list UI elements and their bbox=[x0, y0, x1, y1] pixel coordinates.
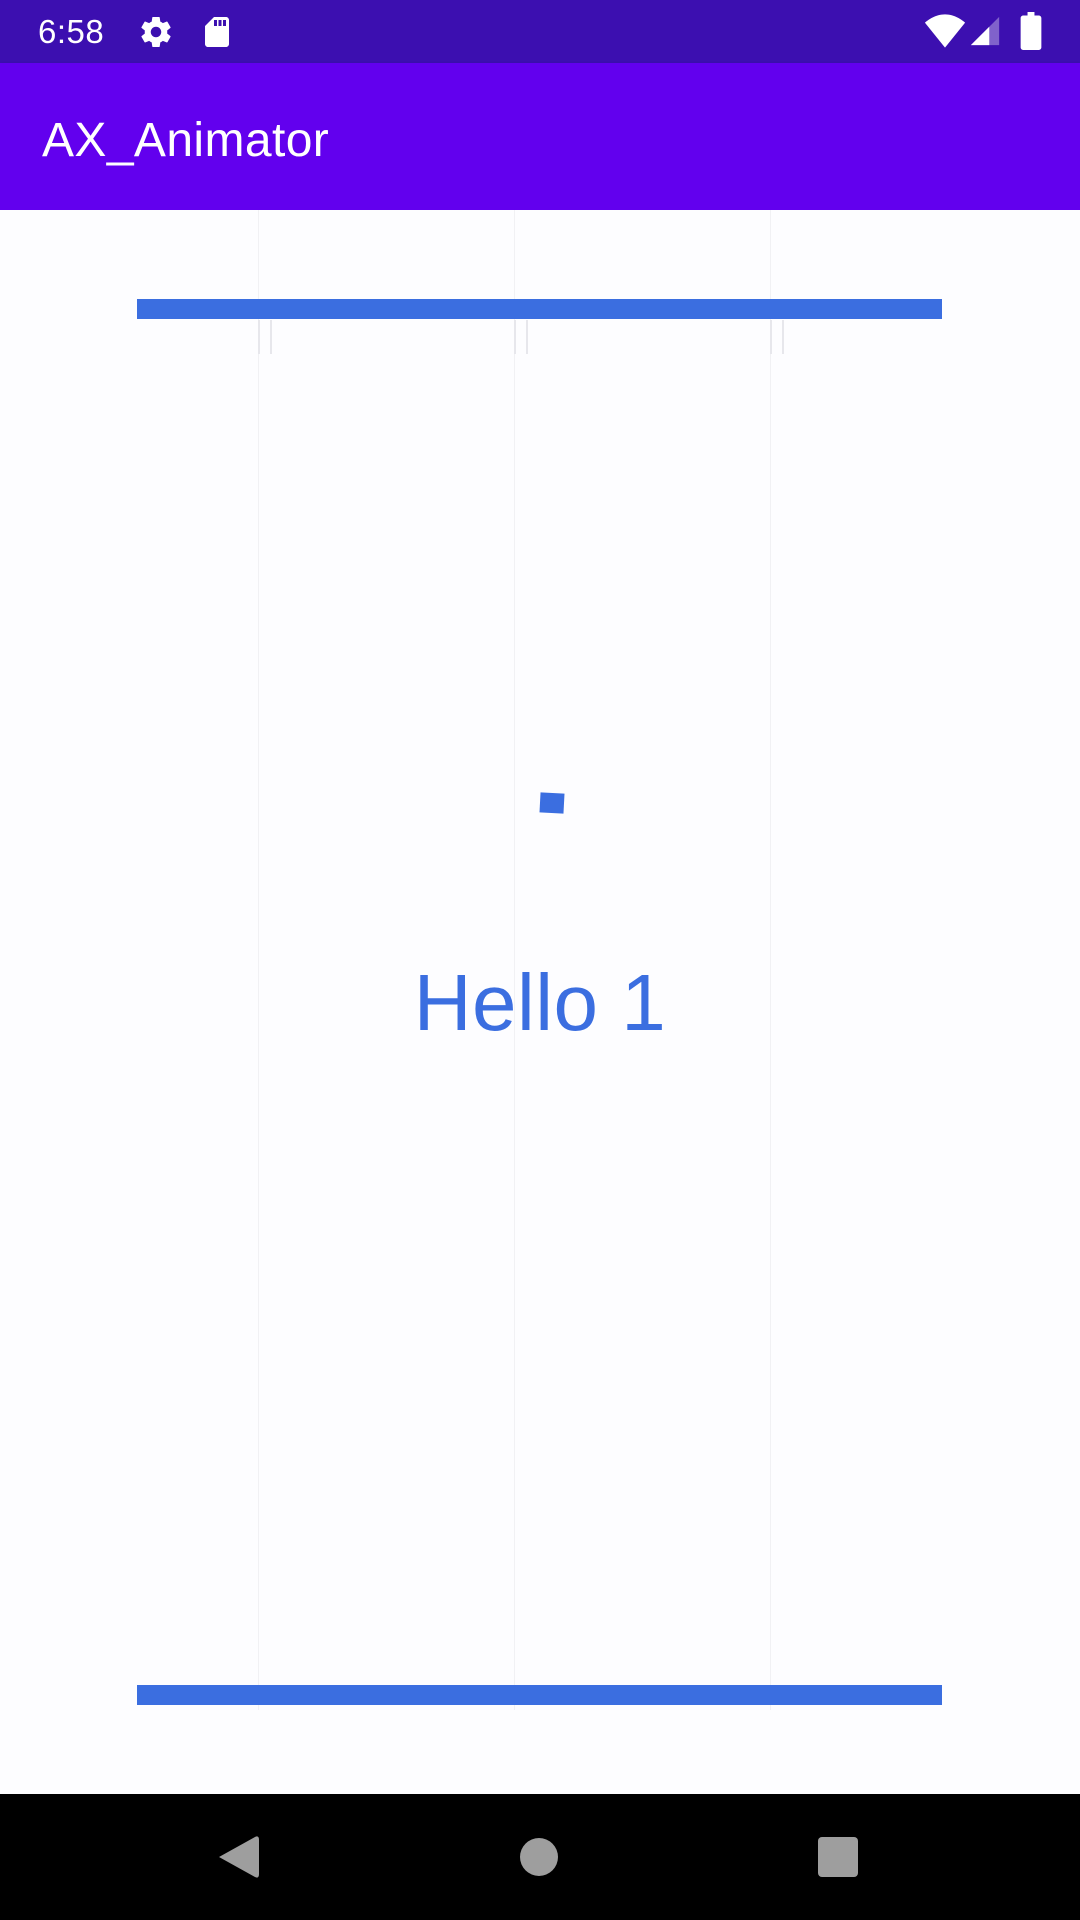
cell-signal-icon bbox=[968, 14, 1002, 48]
grid-tick bbox=[526, 320, 528, 354]
top-bar bbox=[137, 299, 942, 319]
status-time: 6:58 bbox=[38, 13, 105, 50]
animated-square bbox=[539, 792, 565, 814]
app-title: AX_Animator bbox=[42, 114, 330, 167]
hello-label: Hello 1 bbox=[413, 958, 667, 1047]
grid-tick bbox=[258, 320, 260, 354]
home-button[interactable] bbox=[511, 1829, 567, 1885]
grid-tick bbox=[270, 320, 272, 354]
status-bar: 6:58 bbox=[0, 0, 1080, 63]
screen: 6:58 AX_Animator Hello 1 bbox=[0, 0, 1080, 1920]
grid-tick bbox=[782, 320, 784, 354]
back-button[interactable] bbox=[211, 1829, 267, 1885]
grid-tick bbox=[514, 320, 516, 354]
navigation-bar bbox=[0, 1794, 1080, 1920]
bottom-bar bbox=[137, 1685, 942, 1705]
sd-card-icon bbox=[199, 14, 235, 50]
recents-icon bbox=[810, 1829, 866, 1885]
settings-icon bbox=[138, 14, 174, 50]
app-bar: AX_Animator bbox=[0, 63, 1080, 210]
recents-button[interactable] bbox=[810, 1829, 866, 1885]
battery-icon bbox=[1020, 12, 1042, 50]
back-icon bbox=[211, 1829, 267, 1885]
grid-tick bbox=[770, 320, 772, 354]
animation-canvas: Hello 1 bbox=[0, 210, 1080, 1794]
home-icon bbox=[511, 1829, 567, 1885]
wifi-icon bbox=[924, 12, 966, 50]
